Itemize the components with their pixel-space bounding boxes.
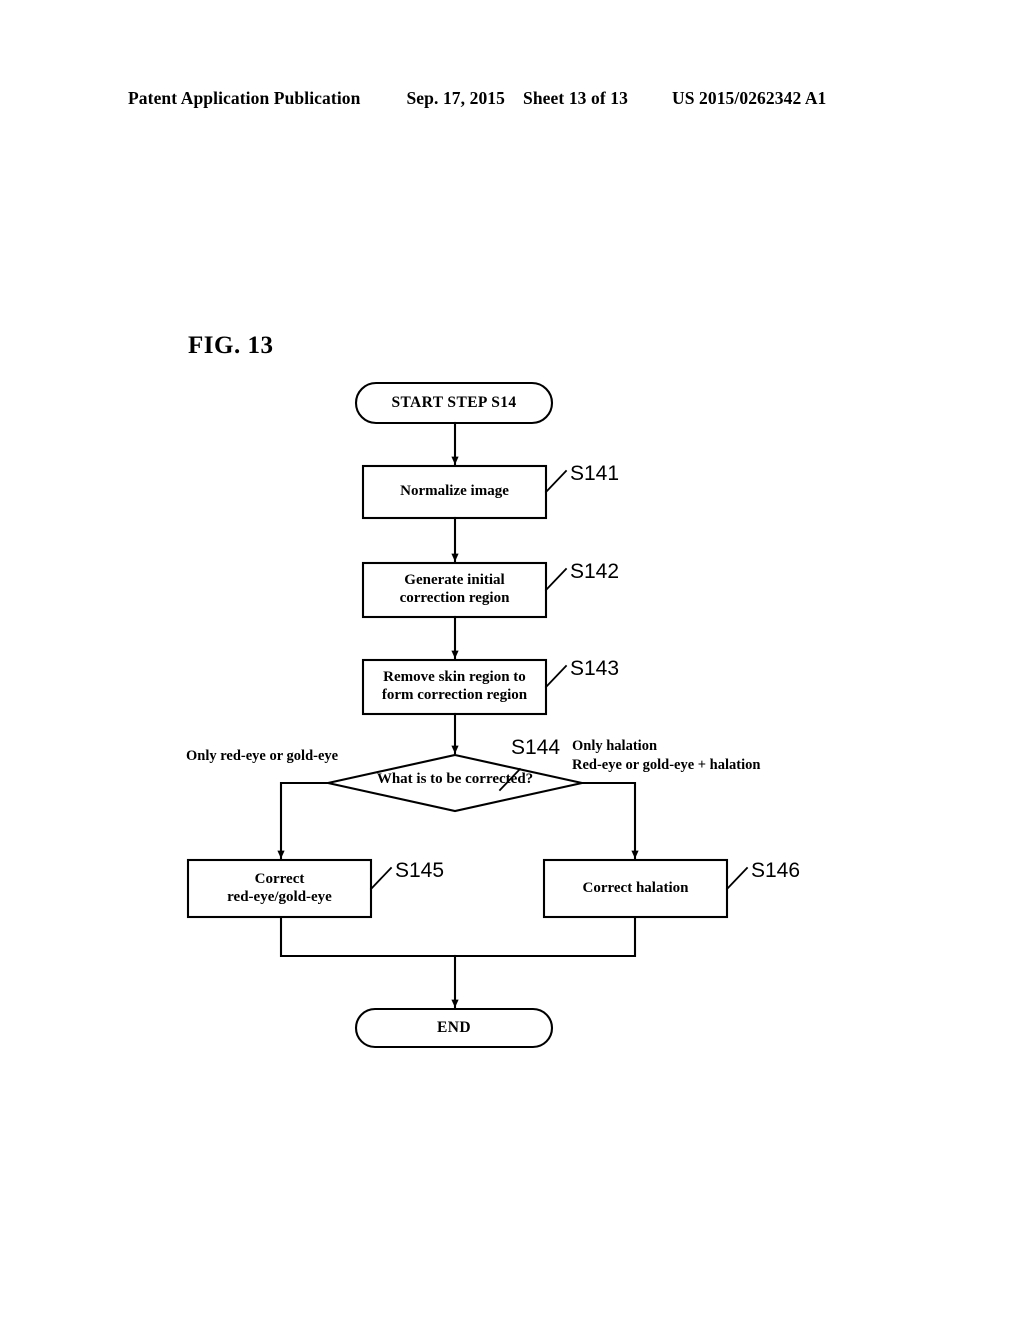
s141-leader-line — [544, 469, 568, 494]
branch-label-left: Only red-eye or gold-eye — [186, 748, 339, 764]
s145-step-tag: S145 — [395, 859, 445, 882]
s144-decision-shape — [327, 753, 583, 813]
s145-box-shape — [186, 858, 373, 919]
s145-leader-line — [369, 866, 393, 891]
s141-box-shape — [361, 464, 548, 520]
s142-step-tag: S142 — [570, 560, 620, 583]
connector-s144-left-branch — [277, 781, 330, 860]
end-terminator-shape — [354, 1007, 554, 1049]
connector-s145-to-merge — [279, 915, 637, 958]
s146-step-tag: S146 — [751, 859, 801, 882]
start-terminator-shape — [354, 381, 554, 425]
s142-box-shape — [361, 561, 548, 619]
s143-leader-line — [544, 664, 568, 689]
branch-label-right: Only halation Red-eye or gold-eye + hala… — [572, 737, 760, 774]
s144-step-tag: S144 — [511, 736, 561, 759]
s143-step-tag: S143 — [570, 657, 620, 680]
s142-leader-line — [544, 567, 568, 592]
flowchart-diagram — [186, 381, 749, 1049]
s146-box-shape — [542, 858, 729, 919]
s143-box-shape — [361, 658, 548, 716]
branch-label-right-line1: Only halation — [572, 738, 658, 754]
connector-s144-right-branch — [580, 781, 639, 860]
s144-leader-line — [498, 767, 522, 792]
s146-leader-line — [725, 866, 749, 891]
s141-step-tag: S141 — [570, 462, 620, 485]
branch-label-right-line2: Red-eye or gold-eye + halation — [572, 756, 761, 773]
